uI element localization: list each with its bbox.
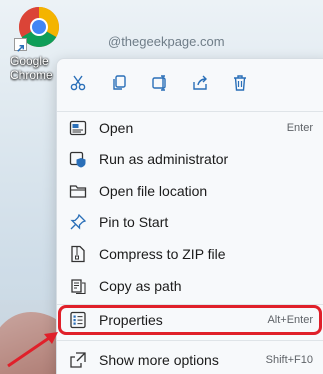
shield-icon: [69, 151, 86, 168]
watermark: @thegeekpage.com: [108, 34, 225, 49]
toolbar-separator: [57, 111, 323, 112]
menu-item-compress-to-zip[interactable]: Compress to ZIP file: [61, 239, 323, 269]
menu-item-label: Compress to ZIP file: [99, 246, 226, 262]
menu-item-label: Copy as path: [99, 278, 182, 294]
menu-item-pin-to-start[interactable]: Pin to Start: [61, 207, 323, 237]
delete-button[interactable]: [227, 71, 253, 95]
menu-item-open[interactable]: Open Enter: [61, 113, 323, 143]
menu-item-label: Open: [99, 120, 134, 136]
zip-icon: [71, 245, 85, 263]
menu-item-copy-as-path[interactable]: Copy as path: [61, 271, 323, 301]
menu-item-label: Open file location: [99, 183, 208, 199]
shortcut-arrow-icon: [14, 38, 27, 52]
cut-icon: [70, 75, 86, 91]
menu-item-open-file-location[interactable]: Open file location: [61, 176, 323, 206]
context-menu-toolbar: [57, 59, 323, 107]
folder-icon: [69, 185, 87, 198]
properties-highlight-box: [58, 305, 322, 335]
copy-button[interactable]: [107, 71, 133, 95]
pin-icon: [70, 213, 87, 230]
menu-item-run-as-administrator[interactable]: Run as administrator: [61, 144, 323, 174]
menu-separator: [57, 340, 323, 341]
copy-icon: [113, 75, 126, 90]
cut-button[interactable]: [65, 71, 91, 95]
menu-item-label: Run as administrator: [99, 151, 229, 167]
menu-item-shortcut: Shift+F10: [265, 354, 313, 366]
menu-item-label: Pin to Start: [99, 214, 169, 230]
rename-icon: [152, 75, 166, 91]
menu-item-show-more-options[interactable]: Show more options Shift+F10: [61, 345, 323, 374]
more-options-icon: [70, 352, 86, 368]
menu-item-label: Show more options: [99, 352, 219, 368]
annotation-arrow-icon: [7, 332, 58, 368]
rename-button[interactable]: [147, 71, 173, 95]
open-icon: [69, 120, 87, 136]
share-icon: [193, 75, 207, 90]
delete-icon: [234, 75, 246, 91]
menu-item-shortcut: Enter: [286, 122, 313, 134]
share-button[interactable]: [187, 71, 213, 95]
copy-path-icon: [71, 279, 86, 295]
